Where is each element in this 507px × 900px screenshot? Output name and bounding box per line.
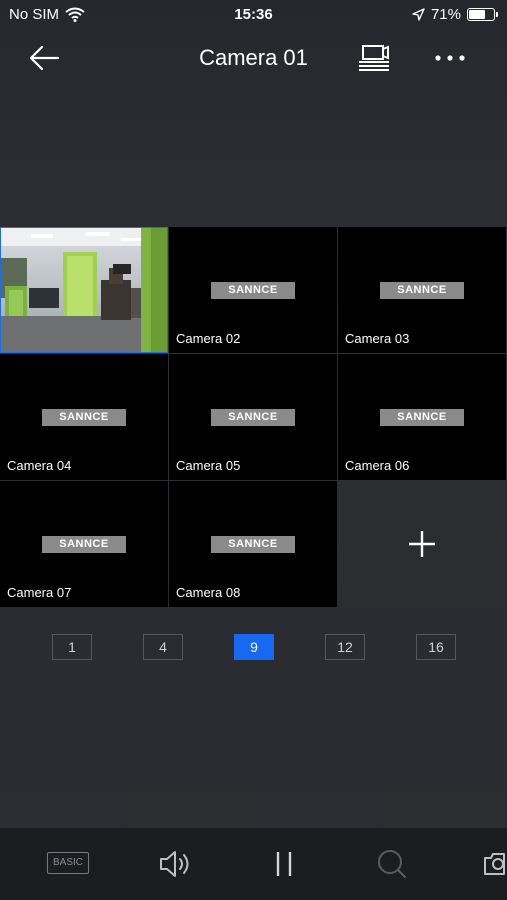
pause-button[interactable] [272, 848, 296, 885]
camera-cell[interactable]: SANNCE Camera 02 [169, 227, 337, 353]
camera-name: Camera 02 [176, 331, 241, 346]
battery-percent: 71% [430, 6, 461, 23]
camera-brand-logo: SANNCE [380, 409, 464, 426]
camera-icon [484, 853, 505, 875]
basic-mode-button[interactable]: BASIC [47, 852, 89, 874]
digital-zoom-button[interactable] [376, 848, 408, 885]
camera-name: Camera 03 [345, 331, 410, 346]
camera-cell[interactable]: SANNCE Camera 05 [169, 354, 337, 480]
camera-cell[interactable]: SANNCE Camera 07 [0, 481, 168, 607]
camera-cell[interactable]: SANNCE Camera 08 [169, 481, 337, 607]
add-camera-button[interactable] [338, 481, 506, 607]
camera-cell-live[interactable] [0, 227, 168, 353]
camera-brand-logo: SANNCE [380, 282, 464, 299]
camera-brand-logo: SANNCE [42, 536, 126, 553]
live-feed-image [1, 228, 167, 352]
audio-button[interactable] [158, 848, 194, 885]
camera-brand-logo: SANNCE [211, 282, 295, 299]
battery-fill [469, 10, 485, 19]
camera-grid: SANNCE Camera 02 SANNCE Camera 03 SANNCE… [0, 227, 507, 607]
camera-brand-logo: SANNCE [211, 409, 295, 426]
more-button[interactable] [430, 42, 470, 74]
status-bar: No SIM 15:36 71% [0, 0, 507, 30]
layout-button-4[interactable]: 4 [143, 634, 183, 660]
status-right: 71% [412, 6, 498, 23]
bottom-toolbar: BASIC [0, 828, 507, 900]
pause-icon [276, 852, 292, 876]
more-dots-icon [435, 55, 465, 61]
search-icon [378, 850, 407, 879]
camera-name: Camera 07 [7, 585, 72, 600]
camera-cell[interactable]: SANNCE Camera 03 [338, 227, 506, 353]
camera-name: Camera 08 [176, 585, 241, 600]
plus-icon [409, 531, 435, 557]
nav-bar: Camera 01 [0, 30, 507, 86]
layout-button-12[interactable]: 12 [325, 634, 365, 660]
layout-button-1[interactable]: 1 [52, 634, 92, 660]
camera-name: Camera 05 [176, 458, 241, 473]
battery-icon [467, 8, 498, 21]
speaker-icon [160, 851, 189, 877]
layout-button-9[interactable]: 9 [234, 634, 274, 660]
device-switch-icon [359, 45, 389, 71]
camera-cell[interactable]: SANNCE Camera 06 [338, 354, 506, 480]
camera-brand-logo: SANNCE [211, 536, 295, 553]
camera-cell[interactable]: SANNCE Camera 04 [0, 354, 168, 480]
device-switch-button[interactable] [356, 42, 392, 74]
camera-name: Camera 06 [345, 458, 410, 473]
snapshot-button[interactable] [482, 848, 507, 885]
layout-button-16[interactable]: 16 [416, 634, 456, 660]
layout-selector: 1 4 9 12 16 [0, 634, 507, 662]
camera-name: Camera 04 [7, 458, 72, 473]
camera-brand-logo: SANNCE [42, 409, 126, 426]
location-arrow-icon [412, 8, 425, 21]
